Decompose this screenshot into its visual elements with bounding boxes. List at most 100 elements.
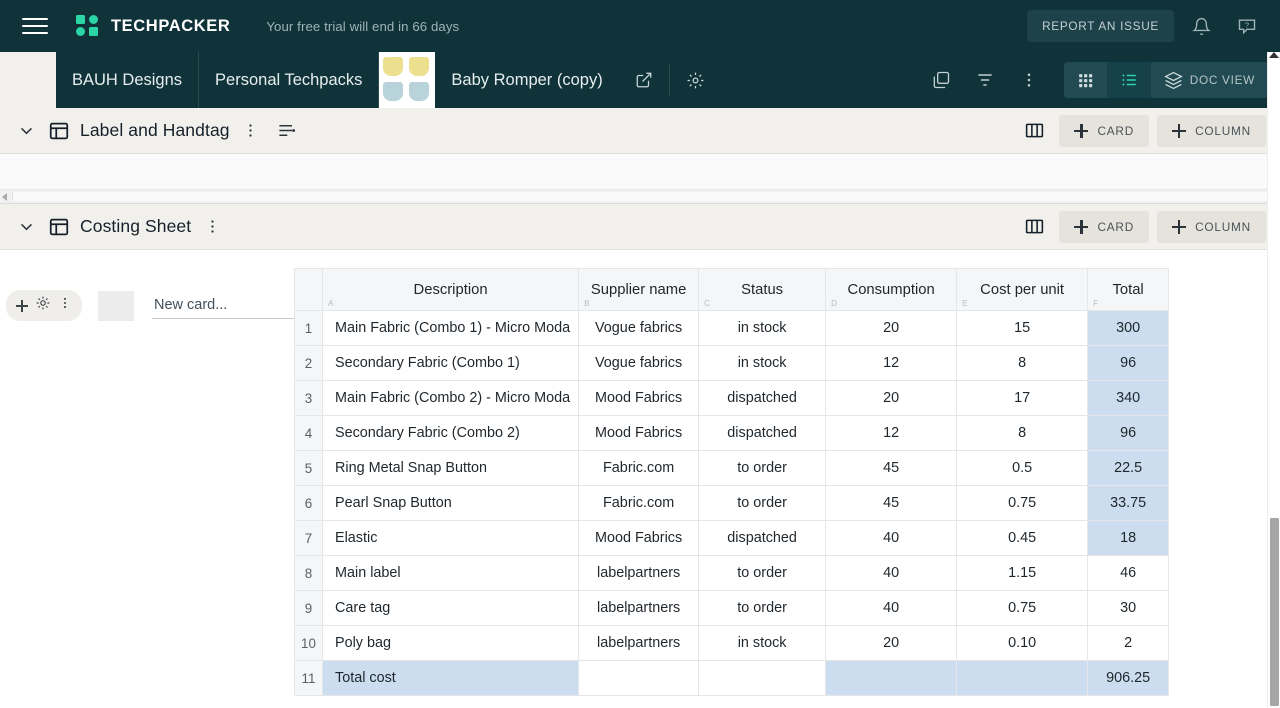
- more-vertical-icon[interactable]: [236, 116, 266, 146]
- column-header-consumption[interactable]: Consumption D: [825, 268, 958, 311]
- cell-cost-per-unit[interactable]: 17: [956, 380, 1089, 416]
- add-column-button[interactable]: COLUMN: [1157, 114, 1266, 147]
- report-issue-button[interactable]: REPORT AN ISSUE: [1027, 10, 1174, 42]
- list-lines-icon[interactable]: [272, 116, 302, 146]
- chevron-down-icon[interactable]: [12, 213, 40, 241]
- add-card-button[interactable]: CARD: [1059, 114, 1150, 147]
- column-header-cost-per-unit[interactable]: Cost per unit E: [956, 268, 1089, 311]
- cell-consumption[interactable]: 40: [825, 555, 958, 591]
- cell-description[interactable]: Pearl Snap Button: [321, 485, 580, 521]
- new-card-thumbnail[interactable]: [98, 290, 134, 321]
- cell-status[interactable]: in stock: [698, 625, 827, 661]
- cell-status[interactable]: to order: [698, 590, 827, 626]
- cell-status[interactable]: to order: [698, 450, 827, 486]
- cell-supplier[interactable]: Vogue fabrics: [578, 310, 700, 346]
- cell-status[interactable]: [698, 660, 827, 696]
- cell-consumption[interactable]: 40: [825, 590, 958, 626]
- cell-cost-per-unit[interactable]: 0.10: [956, 625, 1089, 661]
- help-chat-icon[interactable]: ?: [1228, 7, 1266, 45]
- cell-status[interactable]: dispatched: [698, 415, 827, 451]
- cell-supplier[interactable]: Fabric.com: [578, 485, 700, 521]
- cell-total[interactable]: 33.75: [1087, 485, 1170, 521]
- cell-status[interactable]: in stock: [698, 310, 827, 346]
- plus-icon[interactable]: [16, 299, 28, 312]
- cell-total[interactable]: 30: [1087, 590, 1170, 626]
- cell-status[interactable]: dispatched: [698, 520, 827, 556]
- hamburger-icon[interactable]: [22, 16, 48, 36]
- breadcrumb-item-folder[interactable]: Personal Techpacks: [199, 52, 380, 108]
- columns-icon[interactable]: [1017, 210, 1051, 244]
- more-vertical-icon[interactable]: [58, 296, 72, 315]
- add-card-button[interactable]: CARD: [1059, 210, 1150, 243]
- board-icon[interactable]: [48, 120, 70, 142]
- cell-cost-per-unit[interactable]: 0.75: [956, 485, 1089, 521]
- filter-icon[interactable]: [964, 59, 1006, 101]
- vertical-scrollbar-thumb[interactable]: [1270, 518, 1279, 706]
- add-column-button[interactable]: COLUMN: [1157, 210, 1266, 243]
- cell-supplier[interactable]: Mood Fabrics: [578, 415, 700, 451]
- cell-description[interactable]: Main Fabric (Combo 1) - Micro Moda: [321, 310, 580, 346]
- cell-supplier[interactable]: labelpartners: [578, 590, 700, 626]
- grid-view-button[interactable]: [1064, 62, 1107, 98]
- column-header-description[interactable]: Description A: [321, 268, 580, 311]
- cell-consumption[interactable]: 20: [825, 310, 958, 346]
- cell-total[interactable]: 300: [1087, 310, 1170, 346]
- cell-description[interactable]: Care tag: [321, 590, 580, 626]
- breadcrumb-item-workspace[interactable]: BAUH Designs: [56, 52, 200, 108]
- cell-consumption[interactable]: [825, 660, 958, 696]
- cell-cost-per-unit[interactable]: 15: [956, 310, 1089, 346]
- column-header-supplier-name[interactable]: Supplier name B: [578, 268, 700, 311]
- vertical-scrollbar[interactable]: [1267, 52, 1280, 708]
- cell-consumption[interactable]: 12: [825, 415, 958, 451]
- cell-supplier[interactable]: Vogue fabrics: [578, 345, 700, 381]
- cell-total[interactable]: 906.25: [1087, 660, 1170, 696]
- cell-cost-per-unit[interactable]: [956, 660, 1089, 696]
- cell-supplier[interactable]: labelpartners: [578, 625, 700, 661]
- cell-total[interactable]: 18: [1087, 520, 1170, 556]
- scroll-left-arrow-icon[interactable]: [2, 192, 7, 201]
- cell-status[interactable]: to order: [698, 555, 827, 591]
- cell-consumption[interactable]: 45: [825, 485, 958, 521]
- doc-view-button[interactable]: DOC VIEW: [1151, 62, 1268, 98]
- cell-cost-per-unit[interactable]: 8: [956, 415, 1089, 451]
- column-header-status[interactable]: Status C: [698, 268, 827, 311]
- cell-supplier[interactable]: Fabric.com: [578, 450, 700, 486]
- breadcrumb-item-techpack[interactable]: Baby Romper (copy): [435, 52, 618, 108]
- cell-cost-per-unit[interactable]: 0.5: [956, 450, 1089, 486]
- column-header-total[interactable]: Total F: [1087, 268, 1170, 311]
- cell-consumption[interactable]: 20: [825, 380, 958, 416]
- gear-icon[interactable]: [35, 295, 51, 316]
- cell-description[interactable]: Ring Metal Snap Button: [321, 450, 580, 486]
- horizontal-scrollbar[interactable]: [0, 190, 1280, 204]
- board-icon[interactable]: [48, 216, 70, 238]
- cell-cost-per-unit[interactable]: 8: [956, 345, 1089, 381]
- chevron-down-icon[interactable]: [12, 117, 40, 145]
- cell-description[interactable]: Main Fabric (Combo 2) - Micro Moda: [321, 380, 580, 416]
- bell-icon[interactable]: [1182, 7, 1220, 45]
- cell-description[interactable]: Total cost: [321, 660, 580, 696]
- external-link-icon[interactable]: [619, 52, 669, 108]
- cell-description[interactable]: Secondary Fabric (Combo 2): [321, 415, 580, 451]
- cell-cost-per-unit[interactable]: 1.15: [956, 555, 1089, 591]
- techpack-settings-gear-icon[interactable]: [670, 52, 721, 108]
- cell-cost-per-unit[interactable]: 0.75: [956, 590, 1089, 626]
- cell-cost-per-unit[interactable]: 0.45: [956, 520, 1089, 556]
- columns-icon[interactable]: [1017, 114, 1051, 148]
- cell-status[interactable]: to order: [698, 485, 827, 521]
- cell-status[interactable]: dispatched: [698, 380, 827, 416]
- cell-total[interactable]: 22.5: [1087, 450, 1170, 486]
- cell-total[interactable]: 96: [1087, 345, 1170, 381]
- cell-consumption[interactable]: 40: [825, 520, 958, 556]
- cell-supplier[interactable]: Mood Fabrics: [578, 520, 700, 556]
- techpack-thumbnail[interactable]: [379, 52, 436, 108]
- scroll-up-arrow-icon[interactable]: [1269, 52, 1279, 58]
- cell-total[interactable]: 340: [1087, 380, 1170, 416]
- cell-consumption[interactable]: 45: [825, 450, 958, 486]
- cell-total[interactable]: 96: [1087, 415, 1170, 451]
- cell-consumption[interactable]: 20: [825, 625, 958, 661]
- cell-supplier[interactable]: [578, 660, 700, 696]
- cell-consumption[interactable]: 12: [825, 345, 958, 381]
- brand-logo[interactable]: TECHPACKER: [76, 15, 230, 37]
- copy-layers-icon[interactable]: [920, 59, 962, 101]
- cell-description[interactable]: Secondary Fabric (Combo 1): [321, 345, 580, 381]
